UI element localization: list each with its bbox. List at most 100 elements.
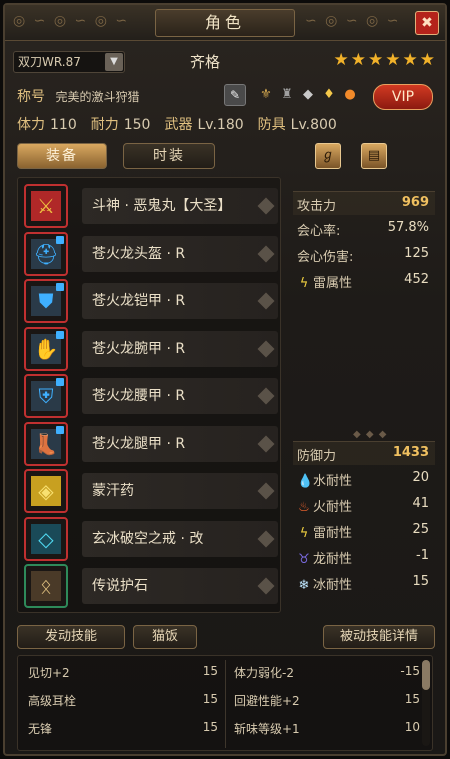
orb-icon[interactable]: ● — [341, 85, 359, 105]
stat-label: ♉ 龙耐性 — [297, 548, 352, 567]
equipment-name: 苍火龙腕甲 · R — [82, 330, 278, 367]
diamond-marker-icon — [257, 530, 275, 547]
window-titlebar: ◎ ∽ ◎ ∽ ◎ ∽ 角色 ∽ ◎ ∽ ◎ ∽ ✖ — [5, 5, 445, 41]
stat-label: ϟ 雷耐性 — [297, 522, 352, 541]
scroll-thumb[interactable] — [422, 660, 430, 690]
stat-label-text: 雷属性 — [313, 276, 353, 291]
skill-row: 体力弱化-2 -15 — [234, 660, 420, 684]
upgrade-marker — [56, 235, 64, 244]
rank-stars: ★ ★ ★ ★ ★ ★ — [334, 51, 436, 69]
skill-points: 15 — [202, 692, 218, 706]
stat-label: ❄ 冰耐性 — [297, 574, 352, 593]
diamond-marker-icon — [257, 387, 275, 405]
gem-icon[interactable]: ◆ — [299, 85, 317, 105]
potion-icon: ◈ — [31, 476, 61, 506]
stat-label-text: 火耐性 — [313, 500, 353, 515]
skill-row: 斩味等级+1 10 — [234, 716, 420, 740]
equipment-row[interactable]: 👢 苍火龙腿甲 · R — [24, 421, 278, 466]
weapon-select[interactable]: 双刀WR.87 ▼ — [13, 51, 125, 73]
stat-row: ϟ 雷耐性 25 — [293, 519, 435, 543]
stat-label-text: 防御力 — [297, 449, 337, 464]
equipment-name: 玄冰破空之戒 · 改 — [82, 520, 278, 557]
equipment-slot[interactable]: ✋ — [24, 326, 68, 371]
equipment-slot[interactable]: ᛟ — [24, 564, 68, 608]
skill-name: 见切+2 — [28, 666, 70, 680]
stat-label: 会心伤害: — [297, 246, 353, 265]
skill-scrollbar[interactable] — [422, 660, 430, 746]
ornament-right: ∽ ◎ ∽ ◎ ∽ — [305, 13, 401, 29]
base-stats-row: 体力 110 耐力 150 武器 Lv.180 防具 Lv.800 — [17, 114, 337, 134]
title-label: 称号 — [17, 89, 45, 105]
equipment-row[interactable]: ⛊ 苍火龙铠甲 · R — [24, 279, 278, 323]
stat-row: ♉ 龙耐性 -1 — [293, 545, 435, 569]
dual-blades-icon: ⚔ — [31, 191, 61, 221]
accessory-icon[interactable]: ℊ — [315, 143, 341, 169]
equipment-name: 蒙汗药 — [82, 473, 278, 509]
diamond-icon[interactable]: ♦ — [320, 85, 338, 105]
stat-row: ♨ 火耐性 41 — [293, 493, 435, 517]
equipment-row[interactable]: ◈ 蒙汗药 — [24, 469, 278, 513]
stat-label: 💧水耐性 — [297, 470, 352, 489]
equipment-slot[interactable]: ⚔ — [24, 184, 68, 228]
rank-badge-icon[interactable]: ⚜ — [257, 85, 275, 105]
scroll-icon[interactable]: ▤ — [361, 143, 387, 169]
edit-title-pencil-icon[interactable]: ✎ — [224, 84, 246, 106]
equipment-slot[interactable]: ◈ — [24, 469, 68, 513]
equipment-name: 斗神 · 恶鬼丸【大圣】 — [82, 188, 278, 224]
stat-row: 💧水耐性 20 — [293, 467, 435, 491]
equipment-row[interactable]: ✋ 苍火龙腕甲 · R — [24, 326, 278, 371]
tab-fashion[interactable]: 时装 — [123, 143, 215, 169]
stat-label: 会心率: — [297, 220, 340, 239]
equipment-slot[interactable]: ⛊ — [24, 279, 68, 323]
upgrade-marker — [56, 330, 64, 339]
vip-button[interactable]: VIP — [373, 84, 433, 110]
ice-icon: ❄ — [298, 578, 310, 593]
equipment-row[interactable]: ⚔ 斗神 · 恶鬼丸【大圣】 — [24, 184, 278, 228]
stat-value: 25 — [412, 522, 429, 537]
tab-equipment[interactable]: 装备 — [17, 143, 107, 169]
statue-icon[interactable]: ♜ — [278, 85, 296, 105]
equipment-row[interactable]: ⛑ 苍火龙头盔 · R — [24, 231, 278, 276]
fire-icon: ♨ — [298, 500, 310, 515]
skill-points: 15 — [404, 692, 420, 706]
equipment-slot[interactable]: 👢 — [24, 421, 68, 466]
equipment-name-text: 蒙汗药 — [92, 483, 134, 499]
equipment-name-text: 苍火龙腿甲 · R — [92, 435, 186, 452]
star-icon: ★ — [333, 50, 349, 70]
equipment-slot[interactable]: ⛨ — [24, 374, 68, 418]
skill-name: 体力弱化-2 — [234, 666, 294, 680]
stat-row: 防御力 1433 — [293, 441, 435, 465]
stat-row: ϟ 雷属性 452 — [293, 269, 435, 293]
star-icon: ★ — [385, 50, 401, 70]
equipment-row[interactable]: ᛟ 传说护石 — [24, 564, 278, 608]
star-icon: ★ — [350, 50, 366, 70]
tab-active-skills[interactable]: 发动技能 — [17, 625, 125, 649]
ornament-left: ◎ ∽ ◎ ∽ ◎ ∽ — [13, 13, 130, 29]
stat-label-text: 冰耐性 — [313, 578, 353, 593]
upgrade-marker — [56, 425, 64, 434]
character-name: 齐格 — [190, 53, 221, 71]
window-title: 角色 — [155, 9, 295, 37]
chevron-down-icon[interactable]: ▼ — [105, 53, 123, 71]
equipment-list: ⚔ 斗神 · 恶鬼丸【大圣】 ⛑ 苍火龙头盔 · R ⛊ 苍火龙铠甲 · R ✋ 苍火龙腕甲 … — [17, 177, 281, 613]
close-icon[interactable]: ✖ — [415, 11, 439, 35]
tab-cat-meal[interactable]: 猫饭 — [133, 625, 197, 649]
stat-value: 20 — [412, 470, 429, 485]
star-icon: ★ — [368, 50, 384, 70]
equipment-name-text: 苍火龙腕甲 · R — [92, 340, 186, 357]
equipment-row[interactable]: ◇ 玄冰破空之戒 · 改 — [24, 516, 278, 561]
equipment-name-text: 苍火龙头盔 · R — [92, 245, 186, 262]
dragon-icon: ♉ — [298, 552, 310, 567]
diamond-marker-icon — [257, 577, 275, 595]
upgrade-marker — [56, 378, 64, 386]
skill-points: 15 — [202, 664, 218, 678]
equipment-row[interactable]: ⛨ 苍火龙腰甲 · R — [24, 374, 278, 418]
passive-skill-details-button[interactable]: 被动技能详情 — [323, 625, 435, 649]
diamond-marker-icon — [257, 435, 275, 452]
stat-value: 15 — [412, 574, 429, 589]
equipment-slot[interactable]: ⛑ — [24, 231, 68, 276]
stat-row: ❄ 冰耐性 15 — [293, 571, 435, 595]
diamond-marker-icon — [257, 197, 275, 215]
equipment-slot[interactable]: ◇ — [24, 516, 68, 561]
star-icon: ★ — [419, 50, 435, 70]
